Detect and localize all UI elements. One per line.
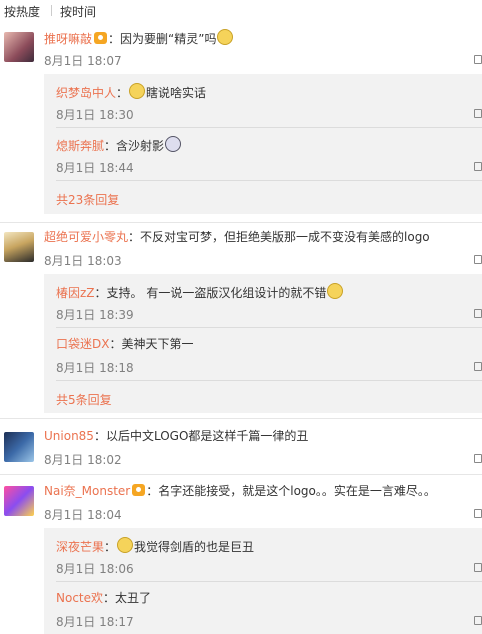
reply-text: 瞎说啥实话 [146, 86, 207, 100]
glasses-emoji-icon [217, 29, 234, 45]
comment-divider [0, 222, 482, 223]
reply-text: 我觉得剑盾的也是巨丑 [134, 540, 255, 554]
reply-time: 8月1日 18:18 [56, 361, 134, 375]
reply-line: 椿因zZ：支持。 有一说一盗版汉化组设计的就不错 [56, 283, 344, 301]
laughing-emoji-icon [129, 83, 146, 99]
comment-time: 8月1日 18:07 [44, 54, 122, 68]
reply-username[interactable]: Nocte欢 [56, 591, 103, 605]
reply-divider [56, 180, 482, 181]
reply-icon[interactable] [474, 616, 482, 625]
reply-list: 织梦岛中人： 瞎说啥实话 8月1日 18:30 熄斯奔腻：含沙射影 8月1日 18… [44, 74, 482, 214]
reply-username[interactable]: 熄斯奔腻 [56, 139, 104, 153]
reply-username[interactable]: 口袋迷DX [56, 337, 109, 351]
comment-text: ：以后中文LOGO都是这样千篇一律的丑 [93, 429, 309, 443]
comment-divider [0, 418, 482, 419]
reply-icon[interactable] [474, 255, 482, 264]
view-more-replies-link[interactable]: 共23条回复 [56, 191, 119, 208]
comment-username[interactable]: 超绝可爱小零丸 [44, 230, 128, 244]
reply-line: 织梦岛中人： 瞎说啥实话 [56, 83, 206, 101]
tab-divider [51, 5, 52, 16]
comment-username[interactable]: 推呀嘛敲 [44, 32, 92, 46]
vip-badge-icon [132, 484, 146, 496]
reply-line: Nocte欢：太丑了 [56, 590, 151, 606]
comment-username[interactable]: Nai奈_Monster [44, 484, 130, 498]
comment: 超绝可爱小零丸：不反对宝可梦，但拒绝美版那一成不变没有美感的logo 8月1日 … [0, 224, 482, 418]
comment-line: Nai奈_Monster ：名字还能接受，就是这个logo。。实在是一言难尽。。 [44, 483, 436, 499]
reply-username[interactable]: 深夜芒果 [56, 540, 104, 554]
reply-list: 深夜芒果： 我觉得剑盾的也是巨丑 8月1日 18:06 Nocte欢：太丑了 8月… [44, 528, 482, 634]
ghost-emoji-icon [165, 136, 182, 152]
reply-username[interactable]: 织梦岛中人 [56, 86, 116, 100]
avatar[interactable] [4, 432, 34, 462]
reply-text: ：含沙射影 [104, 139, 165, 153]
comment-divider [0, 474, 482, 475]
avatar[interactable] [4, 32, 34, 62]
comment-username[interactable]: Union85 [44, 429, 94, 443]
reply-time: 8月1日 18:30 [56, 108, 134, 122]
comment-time: 8月1日 18:04 [44, 508, 122, 522]
tab-sort-by-time[interactable]: 按时间 [60, 3, 96, 20]
avatar[interactable] [4, 232, 34, 262]
reply-username[interactable]: 椿因zZ [56, 286, 95, 300]
reply-icon[interactable] [474, 563, 482, 572]
comment-text: ：因为要删“精灵”吗 [108, 32, 217, 46]
reply-text: ：支持。 有一说一盗版汉化组设计的就不错 [94, 286, 327, 300]
reply-list: 椿因zZ：支持。 有一说一盗版汉化组设计的就不错 8月1日 18:39 口袋迷D… [44, 274, 482, 413]
reply-line: 深夜芒果： 我觉得剑盾的也是巨丑 [56, 537, 254, 555]
reply-text: ：美神天下第一 [109, 337, 194, 351]
tab-sort-by-hot[interactable]: 按热度 [4, 3, 40, 20]
reply-line: 口袋迷DX：美神天下第一 [56, 336, 193, 352]
comment-line: 超绝可爱小零丸：不反对宝可梦，但拒绝美版那一成不变没有美感的logo [44, 229, 430, 245]
glasses-emoji-icon [327, 283, 344, 299]
reply-time: 8月1日 18:06 [56, 562, 134, 576]
reply-divider [56, 581, 482, 582]
reply-time: 8月1日 18:17 [56, 615, 134, 629]
comment: 推呀嘛敲 ：因为要删“精灵”吗 8月1日 18:07 织梦岛中人： 瞎说啥实话 8月… [0, 24, 482, 226]
comment: Union85：以后中文LOGO都是这样千篇一律的丑 8月1日 18:02 [0, 422, 482, 474]
view-more-replies-link[interactable]: 共5条回复 [56, 391, 112, 408]
comment: Nai奈_Monster ：名字还能接受，就是这个logo。。实在是一言难尽。。 … [0, 478, 482, 634]
reply-divider [56, 327, 482, 328]
vip-badge-icon [94, 32, 108, 44]
avatar[interactable] [4, 486, 34, 516]
reply-line: 熄斯奔腻：含沙射影 [56, 136, 182, 154]
reply-icon[interactable] [474, 162, 482, 171]
reply-icon[interactable] [474, 454, 482, 463]
reply-icon[interactable] [474, 109, 482, 118]
reply-icon[interactable] [474, 55, 482, 64]
sort-tabs: 按热度 按时间 [0, 0, 482, 22]
reply-time: 8月1日 18:39 [56, 308, 134, 322]
reply-time: 8月1日 18:44 [56, 161, 134, 175]
reply-text: ：太丑了 [103, 591, 152, 605]
reply-divider [56, 380, 482, 381]
comment-text: ：不反对宝可梦，但拒绝美版那一成不变没有美感的logo [128, 230, 430, 244]
laughing-emoji-icon [117, 537, 134, 553]
comment-time: 8月1日 18:02 [44, 453, 122, 467]
reply-icon[interactable] [474, 309, 482, 318]
reply-divider [56, 127, 482, 128]
comment-text: ：名字还能接受，就是这个logo。。实在是一言难尽。。 [146, 484, 436, 498]
reply-icon[interactable] [474, 362, 482, 371]
comment-time: 8月1日 18:03 [44, 254, 122, 268]
comment-line: Union85：以后中文LOGO都是这样千篇一律的丑 [44, 428, 308, 444]
reply-icon[interactable] [474, 509, 482, 518]
comment-line: 推呀嘛敲 ：因为要删“精灵”吗 [44, 29, 234, 47]
